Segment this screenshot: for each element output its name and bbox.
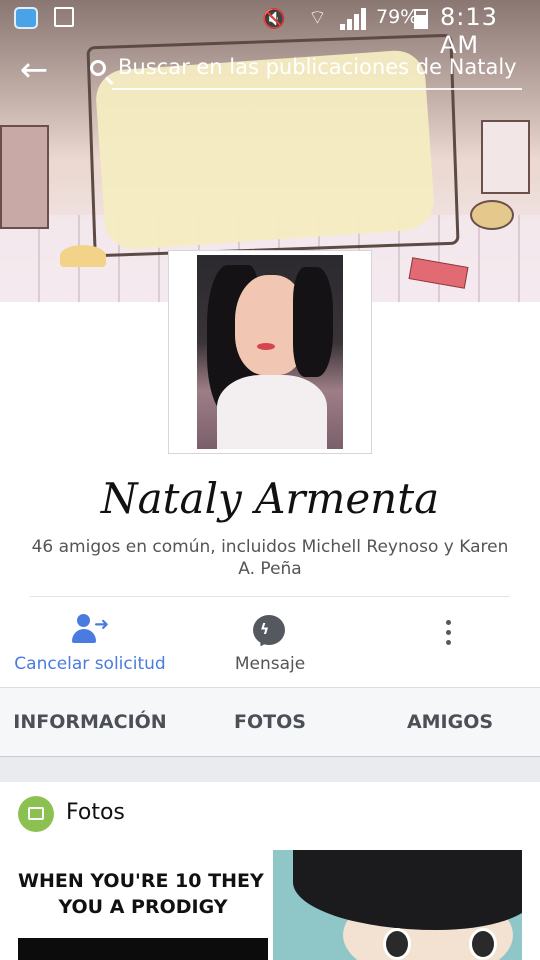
gallery-icon — [54, 7, 74, 27]
profile-tabs: INFORMACIÓN FOTOS AMIGOS — [0, 687, 540, 757]
battery-percent: 79% — [376, 6, 419, 28]
profile-header: Nataly Armenta 46 amigos en común, inclu… — [0, 250, 540, 687]
photo-thumbnail[interactable]: WHEN YOU'RE 10 THEY CALL YOU A PRODIGY — [18, 850, 268, 960]
cover-shelf-right — [481, 120, 530, 194]
photo-caption-line-1: WHEN YOU'RE 10 THEY CALL — [18, 870, 268, 892]
search-icon — [90, 60, 106, 76]
photos-title[interactable]: Fotos — [66, 800, 125, 825]
cover-shelf-left — [0, 125, 49, 229]
profile-name: Nataly Armenta — [100, 474, 440, 523]
tab-fotos[interactable]: FOTOS — [180, 688, 360, 756]
mute-icon: 🔇 — [262, 8, 286, 30]
cancel-request-button[interactable]: ➜ Cancelar solicitud — [0, 606, 180, 686]
photo-dark-band — [18, 938, 268, 960]
mutual-friends[interactable]: 46 amigos en común, incluidos Michell Re… — [30, 536, 510, 580]
photos-icon — [18, 796, 54, 832]
message-label: Mensaje — [234, 654, 306, 674]
message-button[interactable]: ϟ Mensaje — [180, 606, 360, 686]
tab-informacion[interactable]: INFORMACIÓN — [0, 688, 180, 756]
status-bar: 🔇 ⌔ 79% 8:13 AM — [0, 0, 540, 59]
divider — [30, 596, 510, 597]
photo-caption-line-2: YOU A PRODIGY — [58, 896, 228, 918]
anime-eye — [469, 928, 497, 960]
wifi-icon: ⌔ — [308, 5, 327, 29]
cover-lamp — [60, 245, 106, 267]
messenger-icon: ϟ — [253, 615, 285, 645]
profile-picture[interactable] — [197, 255, 343, 449]
search-bar: ← — [0, 36, 540, 104]
tab-amigos[interactable]: AMIGOS — [360, 688, 540, 756]
back-arrow-icon[interactable]: ← — [14, 50, 54, 90]
photos-section: Fotos WHEN YOU'RE 10 THEY CALL YOU A PRO… — [0, 782, 540, 960]
more-options-button[interactable] — [400, 606, 500, 686]
cancel-request-label: Cancelar solicitud — [14, 654, 166, 674]
profile-actions: ➜ Cancelar solicitud ϟ Mensaje — [0, 606, 540, 686]
anime-hair — [293, 850, 522, 930]
profile-picture-frame[interactable] — [168, 250, 372, 454]
battery-icon — [414, 9, 428, 29]
signal-icon — [340, 8, 368, 30]
anime-eye — [383, 928, 411, 960]
avatar-hair-right — [293, 267, 333, 377]
photo-caption: WHEN YOU'RE 10 THEY CALL YOU A PRODIGY — [18, 868, 268, 920]
avatar-shirt — [217, 375, 327, 449]
search-input[interactable] — [112, 46, 522, 90]
cancel-friend-request-icon: ➜ — [72, 614, 109, 644]
photo-thumbnail[interactable] — [273, 850, 522, 960]
more-vertical-icon — [446, 620, 452, 650]
app-notification-icon — [14, 7, 38, 29]
cover-guitar — [470, 200, 514, 230]
avatar-lips — [257, 343, 275, 350]
